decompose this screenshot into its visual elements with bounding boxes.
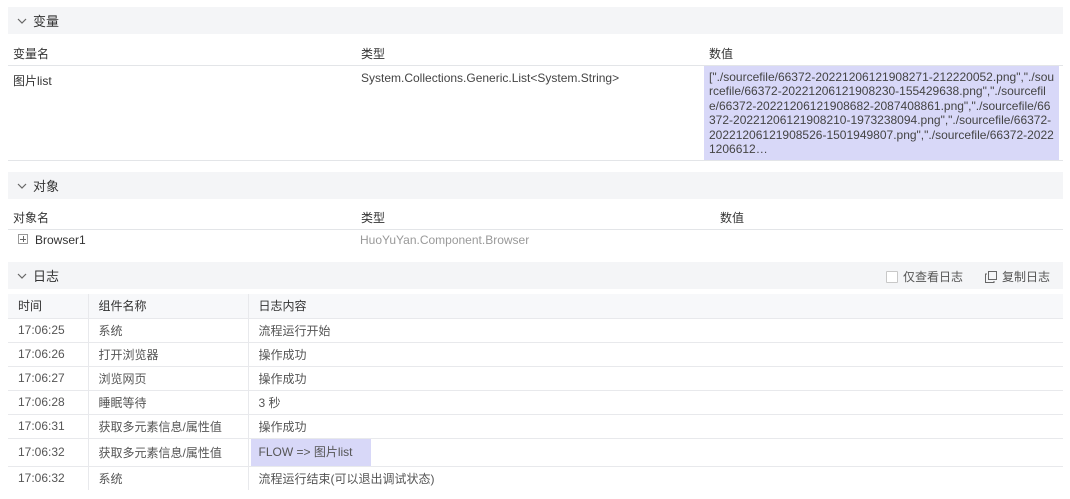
log-component: 睡眠等待 [88,390,249,415]
objects-col-name: 对象名 [13,211,50,225]
variable-type: System.Collections.Generic.List<System.S… [361,71,620,85]
chevron-down-icon[interactable] [16,15,28,27]
objects-col-value: 数值 [720,211,745,225]
table-row[interactable]: 17:06:27 浏览网页 操作成功 [8,366,1063,391]
chevron-down-icon[interactable] [16,270,28,282]
variables-section-header[interactable]: 变量 [8,7,1063,34]
log-col-time: 时间 [8,294,89,319]
log-time: 17:06:26 [8,342,89,367]
log-time: 17:06:31 [8,414,89,439]
only-log-checkbox[interactable] [885,270,898,283]
copy-icon[interactable] [984,270,997,283]
copy-log-button[interactable]: 复制日志 [984,268,1050,285]
only-log-toggle[interactable]: 仅查看日志 [885,268,963,285]
log-content: 流程运行开始 [248,318,1063,343]
table-row[interactable]: 17:06:31 获取多元素信息/属性值 操作成功 [8,414,1063,439]
log-component: 浏览网页 [88,366,249,391]
copy-log-label[interactable]: 复制日志 [1002,268,1050,285]
variables-col-name: 变量名 [13,47,50,61]
variables-col-type: 类型 [361,47,386,61]
log-time: 17:06:32 [8,466,89,490]
object-type: HuoYuYan.Component.Browser [360,233,530,247]
object-name[interactable]: Browser1 [35,233,86,247]
log-table-header: 时间 组件名称 日志内容 [8,294,1063,319]
table-row[interactable]: 17:06:28 睡眠等待 3 秒 [8,390,1063,415]
table-row[interactable]: 17:06:25 系统 流程运行开始 [8,318,1063,343]
log-content: 操作成功 [248,342,1063,367]
variable-name[interactable]: 图片list [13,72,52,89]
log-time: 17:06:28 [8,390,89,415]
table-row[interactable]: 17:06:26 打开浏览器 操作成功 [8,342,1063,367]
log-col-content: 日志内容 [248,294,1063,319]
log-table: 时间 组件名称 日志内容 17:06:25 系统 流程运行开始 17:06:26… [8,294,1063,490]
objects-section-header[interactable]: 对象 [8,172,1063,199]
log-component: 获取多元素信息/属性值 [88,438,249,467]
log-content: 操作成功 [248,414,1063,439]
table-row[interactable]: 17:06:32 系统 流程运行结束(可以退出调试状态) [8,466,1063,490]
objects-section-title: 对象 [33,179,60,194]
log-section-title: 日志 [33,269,60,284]
log-content: 操作成功 [248,366,1063,391]
divider [8,229,1063,230]
objects-col-type: 类型 [361,211,386,225]
log-component: 系统 [88,466,249,490]
variable-value[interactable]: ["./sourcefile/66372-20221206121908271-2… [704,66,1059,160]
divider [8,160,1063,161]
variables-col-value: 数值 [709,47,734,61]
log-component: 获取多元素信息/属性值 [88,414,249,439]
log-time: 17:06:27 [8,366,89,391]
table-row[interactable]: 17:06:32 获取多元素信息/属性值 FLOW => 图片list [8,438,1063,467]
only-log-label[interactable]: 仅查看日志 [903,268,963,285]
log-time: 17:06:32 [8,438,89,467]
log-component: 系统 [88,318,249,343]
log-time: 17:06:25 [8,318,89,343]
chevron-down-icon[interactable] [16,180,28,192]
log-content: 流程运行结束(可以退出调试状态) [258,471,435,486]
log-col-component: 组件名称 [88,294,249,319]
log-content-highlighted[interactable]: FLOW => 图片list [250,438,371,466]
variables-section-title: 变量 [33,14,60,29]
log-toolbar: 仅查看日志 复制日志 [885,268,1050,285]
plus-square-icon[interactable] [18,234,28,244]
log-content: 3 秒 [248,390,1063,415]
log-content-cell: FLOW => 图片list [248,438,1063,467]
log-component: 打开浏览器 [88,342,249,367]
